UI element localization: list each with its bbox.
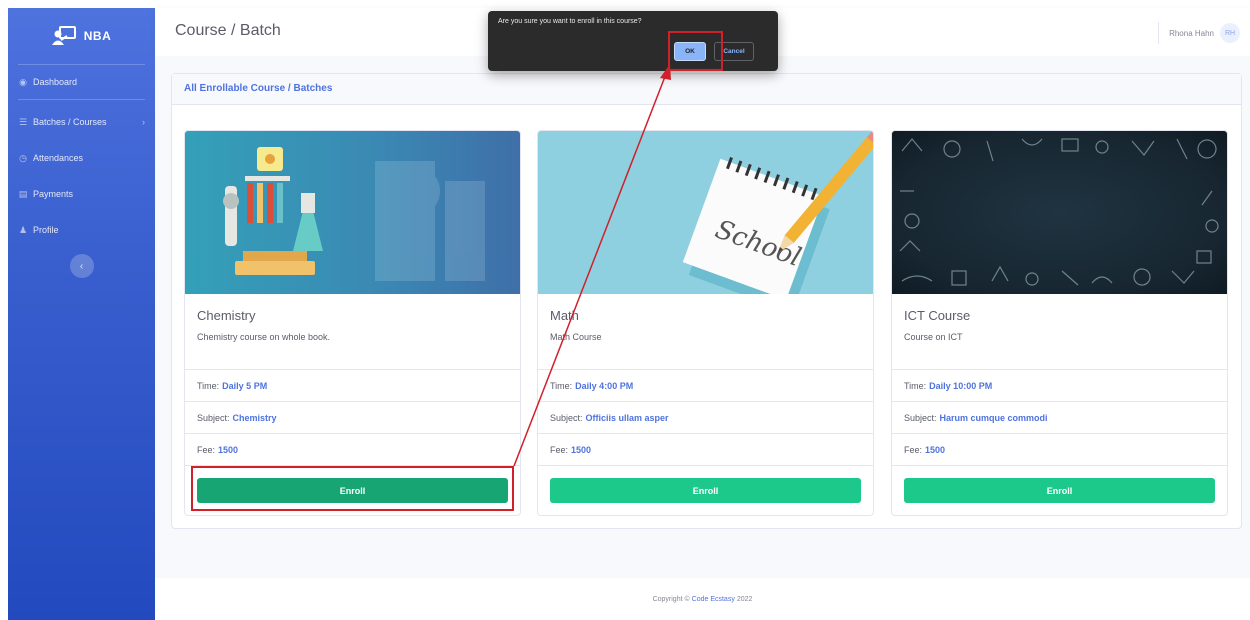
time-value: Daily 4:00 PM — [575, 380, 634, 391]
course-fee-row: Fee: 1500 — [892, 434, 1227, 466]
enroll-button-chemistry[interactable]: Enroll — [197, 478, 508, 503]
chalkboard-doodles — [892, 131, 1227, 294]
sidebar-item-dashboard[interactable]: ◉ Dashboard — [8, 65, 155, 99]
chemistry-lab-illustration — [185, 131, 520, 294]
sidebar-toggle-button[interactable]: ‹ — [69, 254, 94, 278]
sidebar-item-profile[interactable]: ♟ Profile — [8, 212, 155, 248]
dialog-ok-button[interactable]: OK — [674, 42, 706, 61]
fee-label: Fee: — [197, 444, 216, 455]
course-time-row: Time: Daily 10:00 PM — [892, 370, 1227, 402]
subject-value: Chemistry — [232, 412, 277, 423]
course-subject-row: Subject: Chemistry — [185, 402, 520, 434]
time-value: Daily 10:00 PM — [929, 380, 993, 391]
fee-value: 1500 — [925, 444, 946, 455]
course-title: Math — [550, 308, 579, 323]
clock-icon: ◷ — [19, 152, 27, 163]
time-label: Time: — [197, 380, 220, 391]
user-name: Rhona Hahn — [1169, 28, 1214, 38]
enroll-button-math[interactable]: Enroll — [550, 478, 861, 503]
subject-label: Subject: — [550, 412, 583, 423]
sidebar-item-label: Dashboard — [33, 77, 78, 87]
chevron-right-icon: › — [142, 117, 145, 127]
chevron-left-icon: ‹ — [79, 260, 84, 272]
course-title: Chemistry — [197, 308, 256, 323]
enroll-wrap: Enroll — [185, 466, 520, 515]
sidebar-item-payments[interactable]: ▤ Payments — [8, 176, 155, 212]
subject-value: Harum cumque commodi — [939, 412, 1048, 423]
page-title: Course / Batch — [175, 22, 281, 39]
subject-value: Officiis ullam asper — [585, 412, 669, 423]
fee-label: Fee: — [904, 444, 923, 455]
enroll-button-ict[interactable]: Enroll — [904, 478, 1215, 503]
user-icon: ♟ — [18, 224, 28, 235]
copyright-text: Copyright © — [652, 595, 690, 603]
course-body: Math Math Course — [538, 294, 873, 370]
confirm-dialog: Are you sure you want to enroll in this … — [488, 11, 778, 71]
dialog-cancel-button[interactable]: Cancel — [714, 42, 754, 61]
sidebar-item-attendances[interactable]: ◷ Attendances — [8, 140, 155, 176]
course-body: ICT Course Course on ICT — [892, 294, 1227, 370]
course-subject-row: Subject: Harum cumque commodi — [892, 402, 1227, 434]
course-description: Math Course — [550, 332, 602, 342]
enroll-wrap: Enroll — [892, 466, 1227, 515]
course-card-chemistry: Chemistry Chemistry course on whole book… — [184, 130, 521, 516]
time-value: Daily 5 PM — [222, 380, 268, 391]
fee-value: 1500 — [571, 444, 592, 455]
brand[interactable]: NBA — [8, 8, 155, 64]
time-label: Time: — [904, 380, 927, 391]
dashboard-icon: ◉ — [19, 76, 27, 87]
course-time-row: Time: Daily 4:00 PM — [538, 370, 873, 402]
course-description: Chemistry course on whole book. — [197, 332, 331, 342]
sidebar-item-batches-courses[interactable]: ☰ Batches / Courses › — [8, 104, 155, 140]
course-card-ict: ICT Course Course on ICT Time: Daily 10:… — [891, 130, 1228, 516]
sidebar-item-label: Profile — [33, 225, 59, 235]
brand-name: NBA — [83, 29, 112, 43]
courses-panel: All Enrollable Course / Batches Chemistr… — [171, 73, 1242, 529]
sidebar-item-label: Batches / Courses — [33, 117, 107, 127]
course-body: Chemistry Chemistry course on whole book… — [185, 294, 520, 370]
list-icon: ☰ — [18, 116, 28, 127]
sidebar: NBA ◉ Dashboard ☰ Batches / Courses › ◷ … — [8, 8, 155, 620]
dialog-message: Are you sure you want to enroll in this … — [498, 18, 642, 25]
time-label: Time: — [550, 380, 573, 391]
course-time-row: Time: Daily 5 PM — [185, 370, 520, 402]
course-fee-row: Fee: 1500 — [185, 434, 520, 466]
sidebar-item-label: Payments — [33, 189, 74, 199]
subject-label: Subject: — [904, 412, 937, 423]
user-menu[interactable]: Rhona Hahn RH — [1158, 22, 1240, 44]
footer-link[interactable]: Code Ecstasy — [692, 596, 735, 603]
school-notebook-pencil: School — [538, 131, 873, 294]
subject-label: Subject: — [197, 412, 230, 423]
avatar: RH — [1220, 23, 1240, 43]
table-icon: ▤ — [18, 188, 28, 199]
fee-label: Fee: — [550, 444, 569, 455]
sidebar-divider — [18, 99, 145, 100]
footer: Copyright © Code Ecstasy 2022 — [155, 578, 1250, 620]
course-description: Course on ICT — [904, 332, 963, 342]
course-fee-row: Fee: 1500 — [538, 434, 873, 466]
panel-header: All Enrollable Course / Batches — [172, 74, 1241, 105]
teacher-board-icon — [51, 26, 76, 46]
fee-value: 1500 — [218, 444, 239, 455]
enroll-wrap: Enroll — [538, 466, 873, 515]
course-subject-row: Subject: Officiis ullam asper — [538, 402, 873, 434]
course-card-math: School Math Math Course Time: Daily 4:00… — [537, 130, 874, 516]
copyright-year: 2022 — [736, 595, 753, 603]
course-title: ICT Course — [904, 308, 971, 323]
sidebar-item-label: Attendances — [33, 153, 84, 163]
